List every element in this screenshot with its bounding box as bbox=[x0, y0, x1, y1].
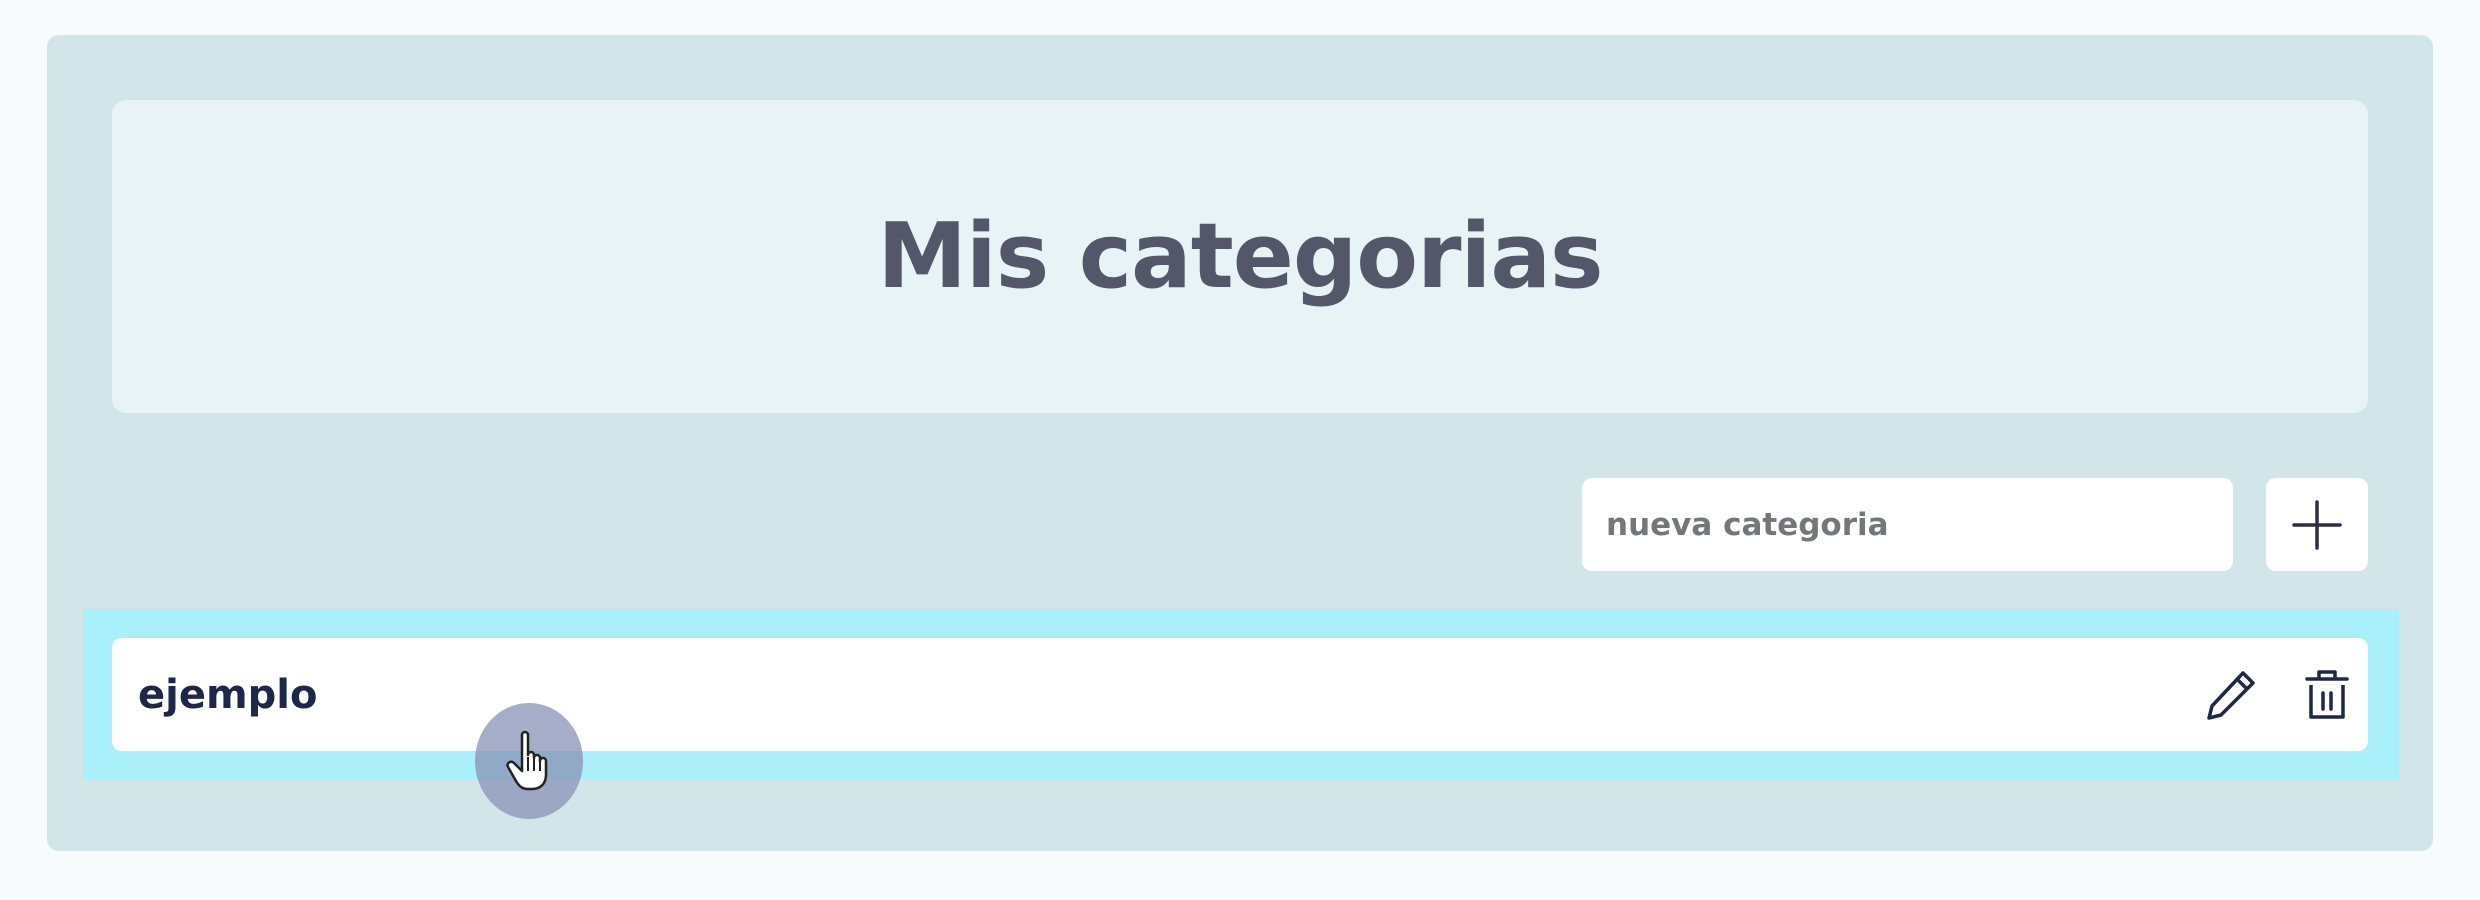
categories-panel: Mis categorias ejemplo bbox=[47, 35, 2433, 851]
trash-icon bbox=[2305, 670, 2349, 719]
category-list: ejemplo bbox=[83, 609, 2399, 779]
page-title: Mis categorias bbox=[877, 204, 1603, 309]
pencil-icon bbox=[2207, 671, 2255, 720]
new-category-input[interactable] bbox=[1582, 478, 2233, 571]
delete-category-button[interactable] bbox=[2292, 660, 2362, 730]
hand-pointer-icon bbox=[506, 730, 548, 791]
header-card: Mis categorias bbox=[112, 100, 2368, 413]
pointer-cursor-indicator bbox=[475, 703, 583, 819]
edit-category-button[interactable] bbox=[2196, 660, 2266, 730]
plus-icon bbox=[2292, 499, 2342, 550]
add-category-button[interactable] bbox=[2266, 478, 2368, 571]
category-name: ejemplo bbox=[138, 671, 318, 718]
category-item[interactable]: ejemplo bbox=[112, 638, 2368, 751]
